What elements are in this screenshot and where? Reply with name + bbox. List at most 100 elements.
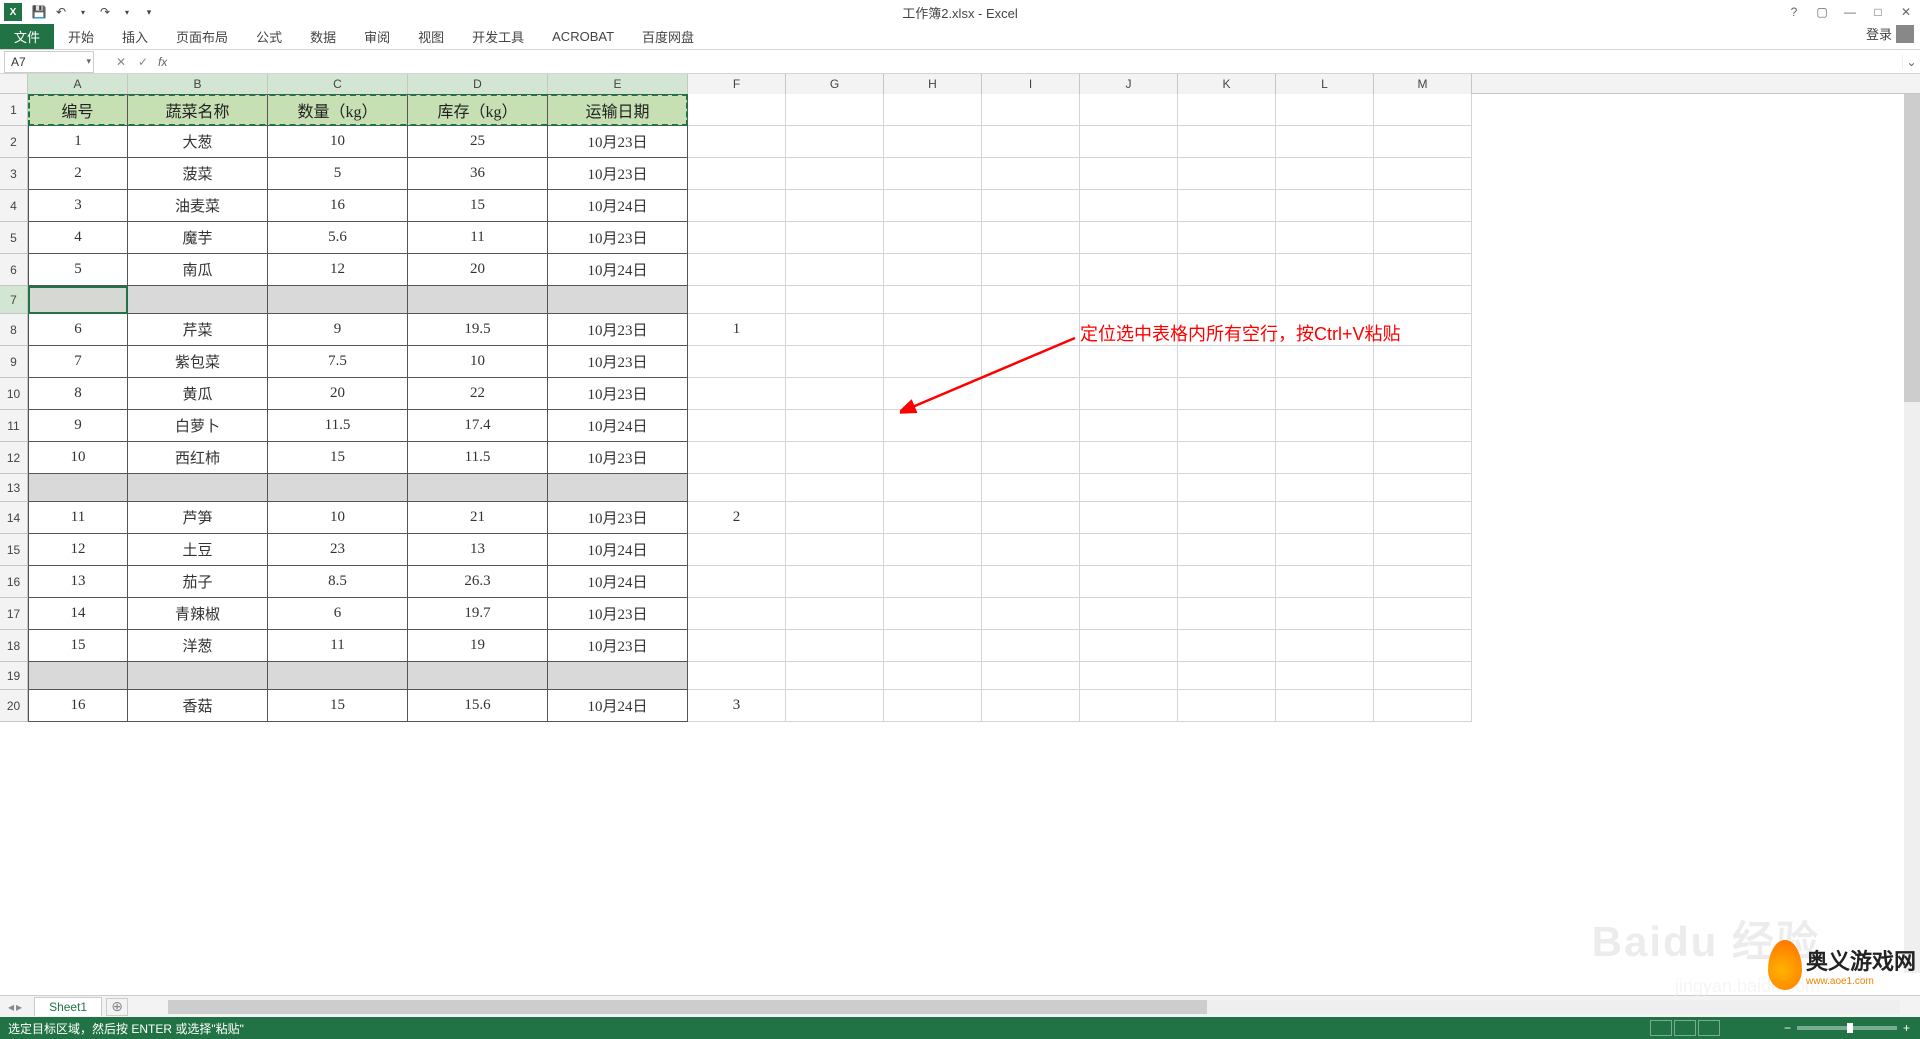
empty-cell[interactable] — [884, 94, 982, 126]
blank-cell[interactable] — [128, 474, 268, 502]
empty-cell[interactable] — [884, 442, 982, 474]
empty-cell[interactable] — [1080, 346, 1178, 378]
empty-cell[interactable] — [884, 158, 982, 190]
data-cell[interactable]: 黄瓜 — [128, 378, 268, 410]
empty-cell[interactable] — [786, 566, 884, 598]
data-cell[interactable]: 12 — [268, 254, 408, 286]
empty-cell[interactable] — [1080, 598, 1178, 630]
empty-cell[interactable] — [1080, 410, 1178, 442]
empty-cell[interactable] — [1080, 378, 1178, 410]
fx-icon[interactable]: fx — [158, 55, 167, 69]
data-cell[interactable]: 1 — [28, 126, 128, 158]
empty-cell[interactable] — [1080, 566, 1178, 598]
data-cell[interactable]: 13 — [408, 534, 548, 566]
empty-cell[interactable] — [1374, 442, 1472, 474]
empty-cell[interactable] — [884, 190, 982, 222]
empty-cell[interactable] — [982, 410, 1080, 442]
data-cell[interactable] — [688, 534, 786, 566]
data-cell[interactable]: 8 — [28, 378, 128, 410]
row-header-11[interactable]: 11 — [0, 410, 28, 442]
enter-formula-icon[interactable]: ✓ — [132, 55, 154, 69]
data-cell[interactable]: 10月24日 — [548, 566, 688, 598]
data-cell[interactable]: 20 — [268, 378, 408, 410]
close-icon[interactable]: ✕ — [1896, 5, 1916, 19]
empty-cell[interactable] — [1080, 190, 1178, 222]
data-cell[interactable]: 25 — [408, 126, 548, 158]
empty-cell[interactable] — [1276, 410, 1374, 442]
empty-cell[interactable] — [982, 474, 1080, 502]
empty-cell[interactable] — [982, 222, 1080, 254]
data-cell[interactable]: 11.5 — [408, 442, 548, 474]
empty-cell[interactable] — [982, 598, 1080, 630]
data-cell[interactable]: 10月24日 — [548, 410, 688, 442]
empty-cell[interactable] — [688, 474, 786, 502]
data-cell[interactable]: 10月24日 — [548, 190, 688, 222]
data-cell[interactable]: 紫包菜 — [128, 346, 268, 378]
empty-cell[interactable] — [688, 662, 786, 690]
empty-cell[interactable] — [1276, 126, 1374, 158]
table-header-cell[interactable]: 库存（kg） — [408, 94, 548, 126]
data-cell[interactable]: 10月24日 — [548, 254, 688, 286]
empty-cell[interactable] — [1178, 286, 1276, 314]
data-cell[interactable]: 香菇 — [128, 690, 268, 722]
empty-cell[interactable] — [786, 534, 884, 566]
empty-cell[interactable] — [1080, 690, 1178, 722]
row-header-17[interactable]: 17 — [0, 598, 28, 630]
data-cell[interactable]: 油麦菜 — [128, 190, 268, 222]
data-cell[interactable] — [688, 126, 786, 158]
empty-cell[interactable] — [982, 94, 1080, 126]
empty-cell[interactable] — [1276, 598, 1374, 630]
row-header-14[interactable]: 14 — [0, 502, 28, 534]
empty-cell[interactable] — [1276, 630, 1374, 662]
table-header-cell[interactable]: 蔬菜名称 — [128, 94, 268, 126]
formula-bar-expand-icon[interactable]: ⌄ — [1902, 55, 1920, 69]
tab-formulas[interactable]: 公式 — [242, 24, 296, 49]
empty-cell[interactable] — [1178, 474, 1276, 502]
tab-developer[interactable]: 开发工具 — [458, 24, 538, 49]
data-cell[interactable]: 2 — [688, 502, 786, 534]
empty-cell[interactable] — [1374, 662, 1472, 690]
empty-cell[interactable] — [786, 630, 884, 662]
tab-acrobat[interactable]: ACROBAT — [538, 24, 628, 49]
redo-icon[interactable]: ↷ — [94, 1, 116, 23]
empty-cell[interactable] — [884, 690, 982, 722]
empty-cell[interactable] — [884, 222, 982, 254]
col-header-M[interactable]: M — [1374, 74, 1472, 94]
data-cell[interactable] — [688, 442, 786, 474]
empty-cell[interactable] — [1178, 502, 1276, 534]
empty-cell[interactable] — [1276, 94, 1374, 126]
empty-cell[interactable] — [1276, 378, 1374, 410]
data-cell[interactable]: 2 — [28, 158, 128, 190]
row-header-19[interactable]: 19 — [0, 662, 28, 690]
data-cell[interactable]: 10月24日 — [548, 534, 688, 566]
data-cell[interactable] — [688, 254, 786, 286]
empty-cell[interactable] — [1080, 254, 1178, 286]
empty-cell[interactable] — [982, 254, 1080, 286]
data-cell[interactable]: 10月23日 — [548, 598, 688, 630]
empty-cell[interactable] — [982, 442, 1080, 474]
data-cell[interactable]: 23 — [268, 534, 408, 566]
data-cell[interactable] — [688, 378, 786, 410]
empty-cell[interactable] — [1374, 474, 1472, 502]
empty-cell[interactable] — [1374, 158, 1472, 190]
empty-cell[interactable] — [1178, 378, 1276, 410]
blank-cell[interactable] — [408, 286, 548, 314]
data-cell[interactable]: 15 — [268, 442, 408, 474]
col-header-E[interactable]: E — [548, 74, 688, 94]
empty-cell[interactable] — [884, 378, 982, 410]
data-cell[interactable] — [688, 190, 786, 222]
empty-cell[interactable] — [1178, 534, 1276, 566]
blank-cell[interactable] — [28, 662, 128, 690]
empty-cell[interactable] — [1178, 346, 1276, 378]
empty-cell[interactable] — [1374, 126, 1472, 158]
name-box[interactable]: A7 ▾ — [4, 51, 94, 73]
data-cell[interactable]: 19 — [408, 630, 548, 662]
data-cell[interactable]: 10月23日 — [548, 442, 688, 474]
empty-cell[interactable] — [1080, 630, 1178, 662]
empty-cell[interactable] — [786, 158, 884, 190]
empty-cell[interactable] — [1374, 378, 1472, 410]
data-cell[interactable]: 1 — [688, 314, 786, 346]
data-cell[interactable]: 5 — [28, 254, 128, 286]
help-icon[interactable]: ? — [1784, 5, 1804, 19]
col-header-L[interactable]: L — [1276, 74, 1374, 94]
